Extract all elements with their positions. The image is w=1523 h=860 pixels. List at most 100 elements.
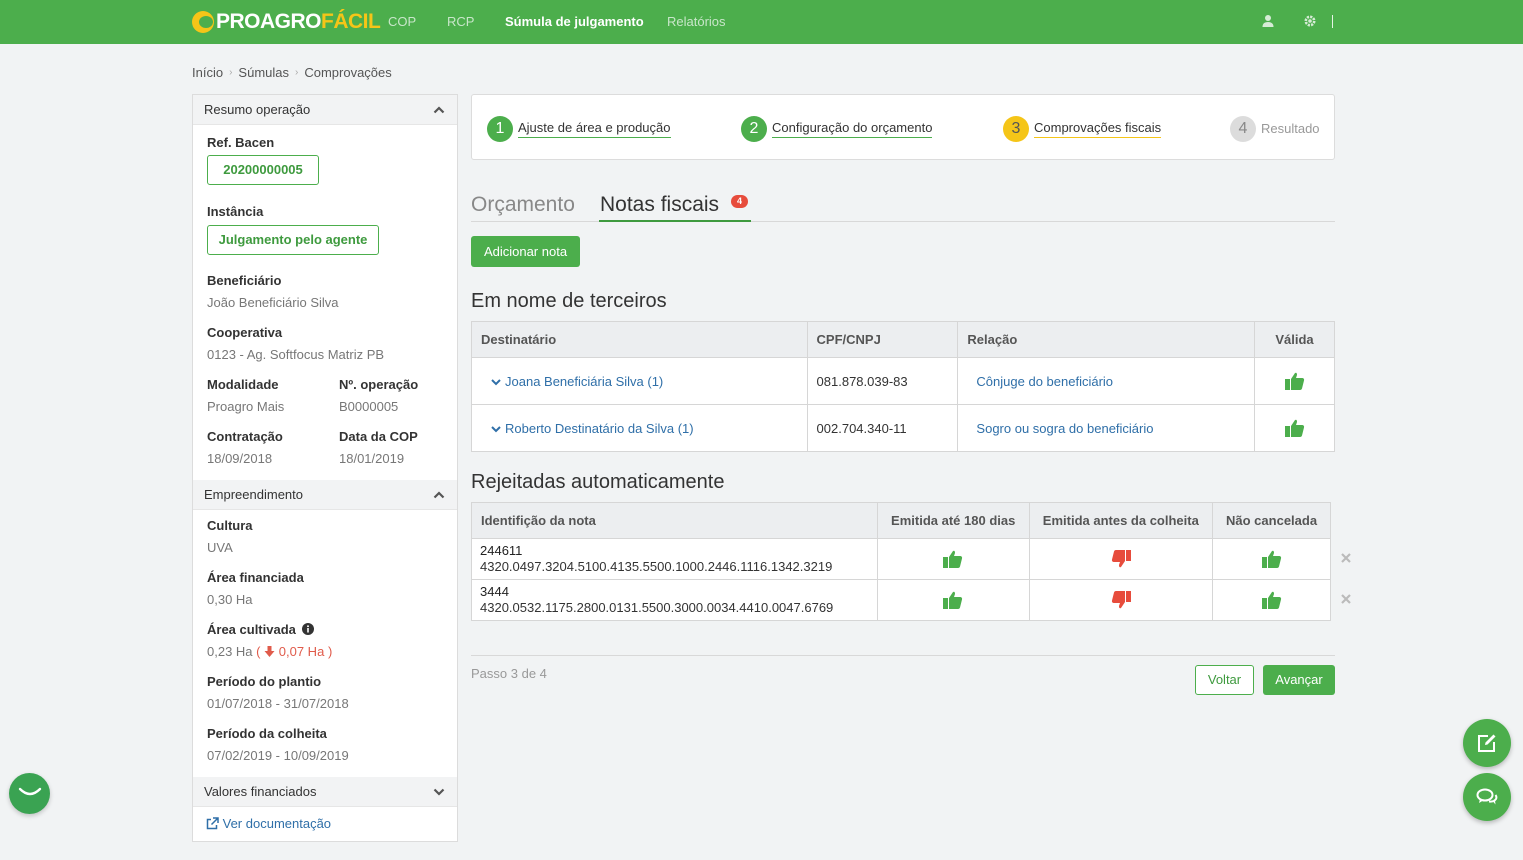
chat-fab[interactable] — [1463, 773, 1511, 821]
comments-icon — [1476, 788, 1498, 805]
empreendimento-header[interactable]: Empreendimento — [193, 480, 457, 510]
step-configuracao[interactable]: 2 Configuração do orçamento — [741, 116, 933, 142]
notas-count-badge: 4 — [731, 195, 748, 208]
rejeitadas-title: Rejeitadas automaticamente — [471, 471, 725, 493]
chevron-down-icon — [491, 378, 501, 385]
resumo-operacao-header[interactable]: Resumo operação — [193, 95, 457, 125]
resumo-operacao-title: Resumo operação — [204, 102, 311, 117]
emitida-180-cell — [876, 579, 1030, 621]
breadcrumb-sumulas[interactable]: Súmulas — [238, 65, 289, 80]
col-emitida-180: Emitida até 180 dias — [876, 502, 1030, 539]
thumbs-up-icon — [1261, 550, 1281, 568]
beneficiario-label: Beneficiário — [207, 273, 282, 288]
nota-chave: 4320.0532.1175.2800.0131.5500.3000.0034.… — [480, 600, 834, 615]
breadcrumb-comprovacoes: Comprovações — [304, 65, 392, 80]
remove-nota-icon[interactable] — [1340, 593, 1352, 605]
table-row: 3444 4320.0532.1175.2800.0131.5500.3000.… — [471, 579, 1331, 621]
logo-text-part2: FÁCIL — [321, 10, 381, 33]
info-icon[interactable] — [301, 623, 314, 635]
tab-notas-fiscais[interactable]: Notas fiscais — [600, 193, 719, 217]
step-label: Configuração do orçamento — [772, 120, 933, 138]
edit-icon — [1478, 734, 1496, 752]
logo-text-part1: PROAGRO — [216, 10, 322, 33]
breadcrumb-separator-icon: › — [295, 67, 299, 78]
nota-numero: 3444 — [480, 584, 509, 599]
area-cultivada-label-text: Área cultivada — [207, 622, 296, 637]
valores-financiados-header[interactable]: Valores financiados — [193, 777, 457, 807]
area-cultivada-value: 0,23 Ha — [207, 644, 253, 659]
relacao-cell[interactable]: Sogro ou sogra do beneficiário — [957, 404, 1256, 452]
valores-financiados-title: Valores financiados — [204, 784, 317, 799]
step-label: Resultado — [1261, 120, 1320, 136]
step-resultado: 4 Resultado — [1230, 116, 1320, 142]
step-label: Ajuste de área e produção — [518, 120, 671, 138]
area-cultivada-diff: 0,07 Ha — [278, 644, 325, 659]
step-number: 1 — [487, 116, 513, 142]
adicionar-nota-button[interactable]: Adicionar nota — [471, 236, 580, 267]
col-identificacao: Identifição da nota — [471, 502, 878, 539]
avancar-button[interactable]: Avançar — [1263, 665, 1335, 695]
step-number: 2 — [741, 116, 767, 142]
destinatario-cell[interactable]: Joana Beneficiária Silva (1) — [471, 357, 808, 405]
table-header-row: Identifição da nota Emitida até 180 dias… — [471, 502, 1331, 539]
cpf-cell: 081.878.039-83 — [806, 357, 959, 405]
logo-mark-icon — [192, 11, 214, 33]
arrow-down-icon — [264, 646, 275, 657]
ver-documentacao-link[interactable]: Ver documentação — [206, 816, 331, 831]
cultura-label: Cultura — [207, 518, 253, 533]
area-cultivada-paren-close: ) — [327, 644, 333, 659]
support-chat-bubble[interactable] — [9, 773, 50, 814]
col-nao-cancelada: Não cancelada — [1212, 502, 1331, 539]
instancia-badge: Julgamento pelo agente — [207, 225, 379, 255]
step-comprovacoes[interactable]: 3 Comprovações fiscais — [1003, 116, 1162, 142]
proagro-facil-logo[interactable]: PROAGRO FÁCIL — [192, 7, 381, 37]
chevron-down-icon — [491, 425, 501, 432]
nav-item-rcp[interactable]: RCP — [447, 0, 474, 44]
nao-cancelada-cell — [1212, 579, 1331, 621]
active-tab-underline — [599, 220, 751, 222]
footer-divider — [471, 655, 1335, 656]
nota-numero: 244611 — [480, 543, 523, 558]
periodo-colheita-value: 07/02/2019 - 10/09/2019 — [207, 748, 349, 763]
thumbs-down-icon — [1111, 550, 1131, 568]
data-cop-label: Data da COP — [339, 429, 418, 444]
modalidade-label: Modalidade — [207, 377, 279, 392]
destinatario-name: Joana Beneficiária Silva (1) — [505, 373, 664, 389]
step-ajuste[interactable]: 1 Ajuste de área e produção — [487, 116, 671, 142]
breadcrumb-separator-icon: › — [229, 67, 233, 78]
cultura-value: UVA — [207, 540, 233, 555]
thumbs-down-icon — [1111, 591, 1131, 609]
instancia-label: Instância — [207, 204, 264, 219]
gear-icon[interactable] — [1303, 14, 1317, 28]
chevron-up-icon — [433, 106, 445, 114]
table-row: Joana Beneficiária Silva (1) 081.878.039… — [471, 357, 1335, 405]
breadcrumb: Início › Súmulas › Comprovações — [192, 65, 392, 80]
nav-divider — [1332, 15, 1333, 28]
nao-cancelada-cell — [1212, 538, 1331, 580]
cpf-cell: 002.704.340-11 — [806, 404, 959, 452]
remove-nota-icon[interactable] — [1340, 552, 1352, 564]
nav-item-relatorios[interactable]: Relatórios — [667, 0, 726, 44]
nav-item-cop[interactable]: COP — [388, 0, 416, 44]
destinatario-cell[interactable]: Roberto Destinatário da Silva (1) — [471, 404, 808, 452]
nav-item-sumula[interactable]: Súmula de julgamento — [505, 0, 644, 44]
breadcrumb-inicio[interactable]: Início — [192, 65, 223, 80]
periodo-plantio-label: Período do plantio — [207, 674, 322, 689]
operation-summary-sidebar: Resumo operação Ref. Bacen 20200000005 I… — [192, 94, 458, 842]
user-icon[interactable] — [1261, 14, 1275, 28]
col-destinatario: Destinatário — [471, 321, 808, 358]
voltar-button[interactable]: Voltar — [1195, 665, 1254, 695]
thumbs-up-icon — [1284, 419, 1304, 437]
relacao-cell[interactable]: Cônjuge do beneficiário — [957, 357, 1256, 405]
edit-fab[interactable] — [1463, 719, 1511, 767]
ref-bacen-label: Ref. Bacen — [207, 135, 275, 150]
ref-bacen-badge: 20200000005 — [207, 155, 319, 185]
area-financiada-value: 0,30 Ha — [207, 592, 253, 607]
emitida-180-cell — [876, 538, 1030, 580]
nota-cell: 244611 4320.0497.3204.5100.4135.5500.100… — [471, 538, 878, 580]
step-label: Comprovações fiscais — [1034, 120, 1162, 138]
step-number: 3 — [1003, 116, 1029, 142]
col-valida: Válida — [1254, 321, 1335, 358]
col-emitida-colheita: Emitida antes da colheita — [1028, 502, 1214, 539]
tab-orcamento[interactable]: Orçamento — [471, 193, 575, 217]
